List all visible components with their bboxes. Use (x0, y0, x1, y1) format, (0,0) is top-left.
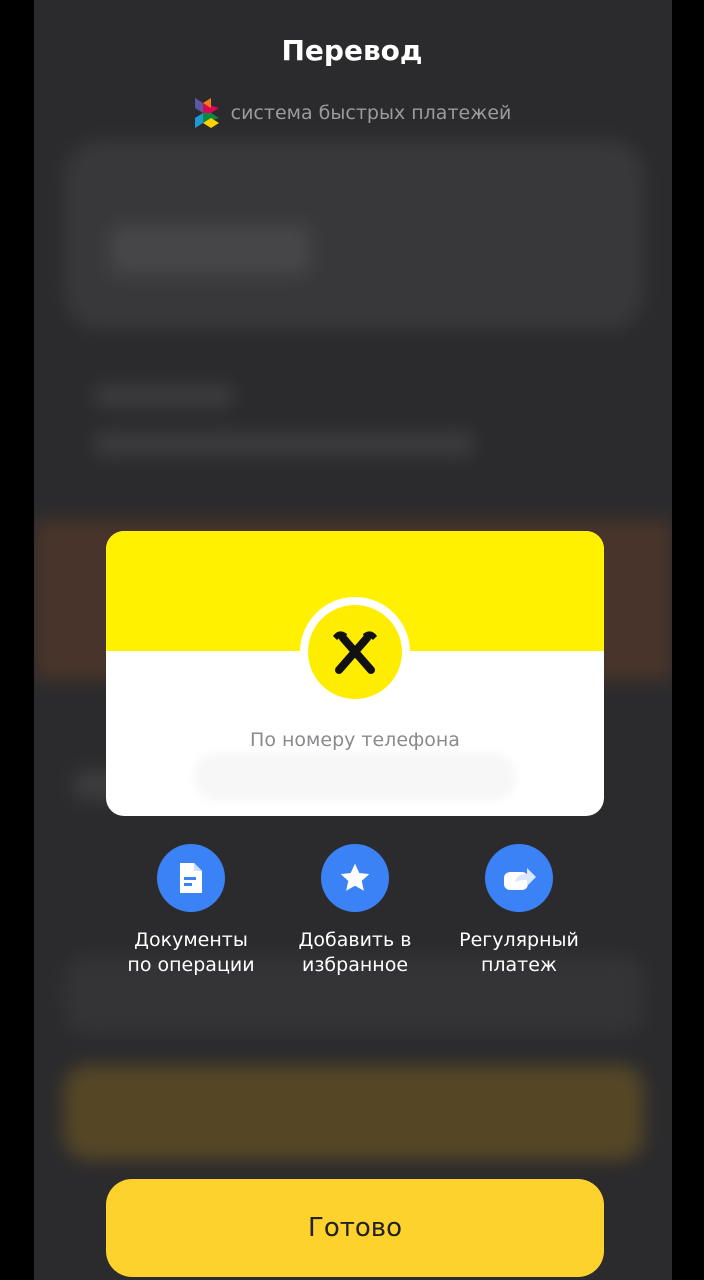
payee-card: По номеру телефона (106, 531, 604, 816)
done-button[interactable]: Готово (106, 1179, 604, 1277)
share-arrow-icon (504, 868, 536, 890)
star-icon (340, 863, 370, 891)
blurred-phone-field (194, 753, 516, 801)
bank-logo (300, 597, 410, 707)
recurring-action[interactable]: Регулярный платеж (434, 844, 604, 978)
blurred-button (64, 1065, 644, 1160)
blurred-amount (110, 225, 310, 275)
favorite-action[interactable]: Добавить в избранное (270, 844, 440, 978)
payment-method-label: По номеру телефона (250, 729, 460, 751)
page-title: Перевод (281, 34, 423, 67)
recurring-payment-button[interactable] (485, 844, 553, 912)
action-row: Документы по операции Добавить в избранн… (106, 844, 604, 984)
sbp-logo-icon (194, 98, 219, 128)
blurred-text (94, 432, 474, 456)
recurring-label: Регулярный платеж (459, 929, 579, 976)
sbp-label: система быстрых платежей (230, 102, 512, 124)
document-icon (180, 863, 202, 893)
sbp-badge: система быстрых платежей (0, 96, 704, 130)
add-favorite-button[interactable] (321, 844, 389, 912)
documents-label: Документы по операции (127, 929, 255, 976)
raiffeisen-logo-icon (308, 605, 402, 699)
blurred-text (94, 385, 234, 407)
favorite-label: Добавить в избранное (298, 929, 412, 976)
documents-button[interactable] (157, 844, 225, 912)
documents-action[interactable]: Документы по операции (106, 844, 276, 978)
